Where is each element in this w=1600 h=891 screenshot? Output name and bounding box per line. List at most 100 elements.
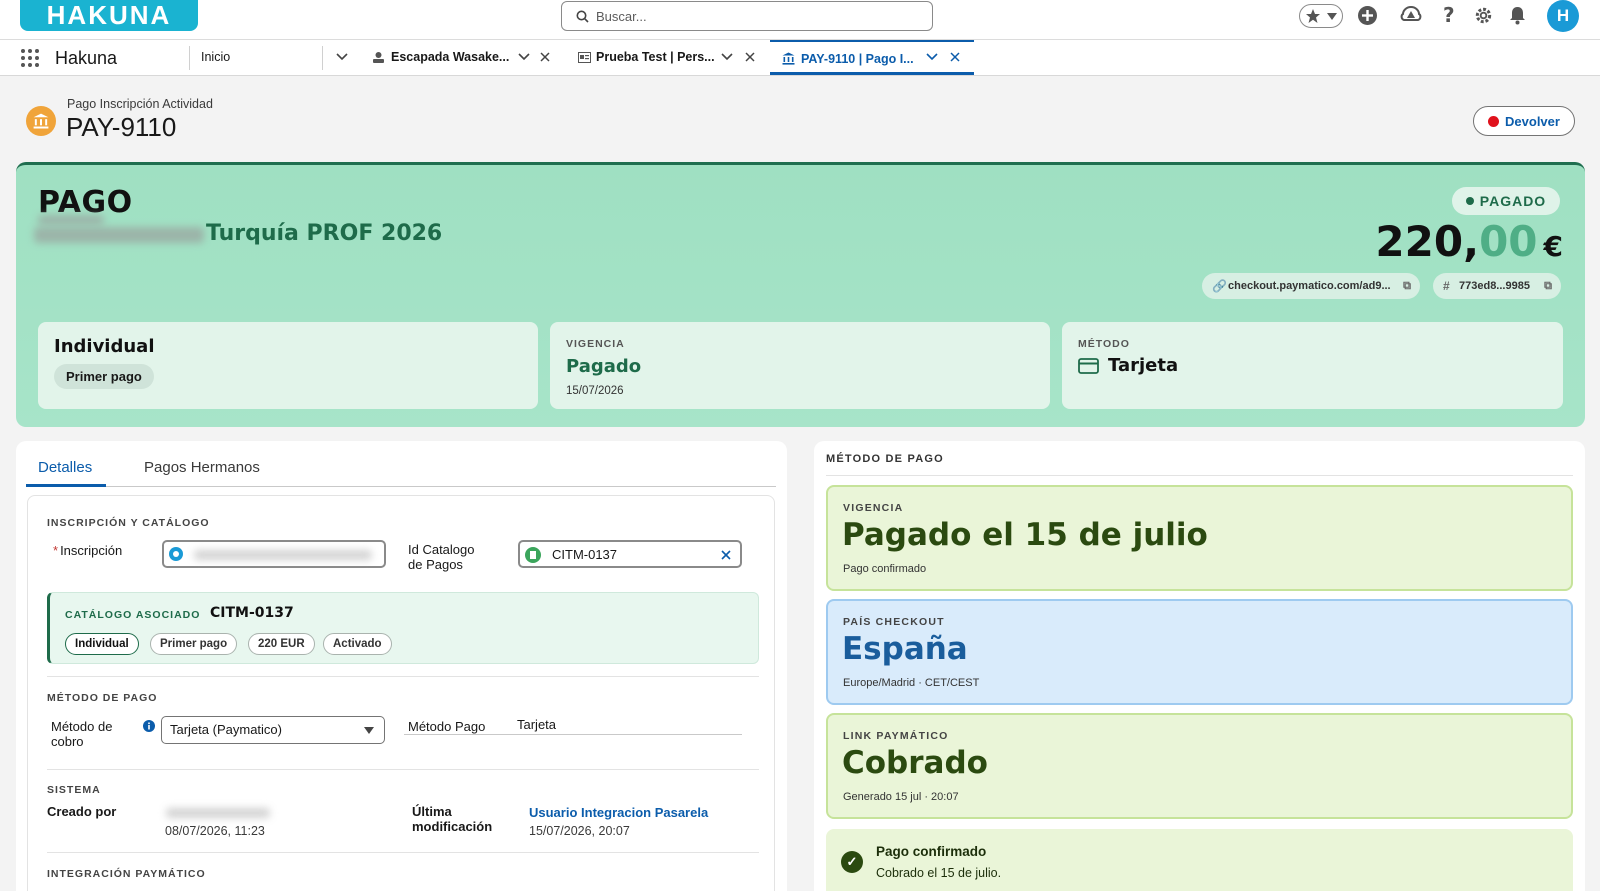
search-input[interactable] (596, 6, 916, 26)
redacted-text (194, 550, 372, 560)
add-icon[interactable] (1357, 5, 1378, 26)
link-value: Cobrado (842, 745, 988, 781)
assoc-tag: Primer pago (150, 633, 238, 655)
modificacion-label: Última modificación (412, 804, 492, 834)
redacted-text (34, 227, 204, 243)
app-logo[interactable]: HAKUNA (20, 0, 198, 31)
trailhead-icon[interactable] (1400, 5, 1422, 26)
lookup-record-icon (169, 547, 183, 561)
select-arrow-icon (364, 727, 374, 734)
inscripcion-label: * Inscripción (53, 543, 122, 558)
global-search[interactable] (561, 1, 933, 31)
chevron-down-icon[interactable] (721, 53, 733, 61)
inscripcion-lookup[interactable] (162, 540, 386, 568)
contact-card-icon (578, 52, 591, 63)
link-paymatico-card: LINK PAYMÁTICO Cobrado Generado 15 jul ·… (826, 713, 1573, 819)
hash-icon: # (1443, 279, 1450, 293)
chevron-down-icon[interactable] (336, 53, 348, 61)
metodo-cobro-select[interactable]: Tarjeta (Paymatico) (161, 716, 385, 744)
payment-hero-card: PAGO Turquía PROF 2026 PAGADO 220,00 € 🔗 … (16, 162, 1585, 427)
help-icon[interactable]: ? (1441, 4, 1457, 26)
confirm-title: Pago confirmado (876, 844, 987, 859)
close-icon[interactable] (950, 52, 960, 62)
tab-escapada[interactable]: Escapada Wasake... (360, 40, 558, 75)
modificacion-label-line1: Última (412, 804, 452, 819)
user-avatar[interactable]: H (1547, 0, 1579, 32)
section-title-inscripcion: INSCRIPCIÓN Y CATÁLOGO (47, 517, 210, 529)
close-icon[interactable] (745, 52, 755, 62)
required-marker: * (53, 543, 59, 558)
vigencia-label: VIGENCIA (843, 502, 904, 514)
page-title: PAY-9110 (66, 112, 177, 142)
chevron-down-icon[interactable] (1327, 13, 1337, 21)
payment-method-panel: MÉTODO DE PAGO VIGENCIA Pagado el 15 de … (814, 441, 1585, 891)
tab-pagos-hermanos[interactable]: Pagos Hermanos (144, 459, 260, 476)
active-tab-indicator (26, 484, 106, 487)
global-header: HAKUNA ? H (0, 0, 1600, 40)
tab-label: Escapada Wasake... (391, 50, 510, 64)
vigencia-value: Pagado el 15 de julio (842, 517, 1208, 553)
chevron-down-icon[interactable] (926, 53, 938, 61)
assoc-tag: 220 EUR (248, 633, 315, 655)
section-title-sistema: SISTEMA (47, 784, 101, 796)
tab-pay-9110[interactable]: PAY-9110 | Pago I... (770, 40, 974, 75)
clear-icon[interactable] (721, 550, 731, 560)
amount-decimals: 00 (1479, 217, 1538, 266)
app-name: Hakuna (55, 48, 118, 68)
details-panel: Detalles Pagos Hermanos INSCRIPCIÓN Y CA… (16, 441, 787, 891)
assoc-tag: Activado (323, 633, 392, 655)
catalogo-lookup[interactable]: CITM-0137 (518, 540, 742, 568)
tab-inicio[interactable]: Inicio (190, 40, 360, 75)
status-dot-icon (1465, 197, 1474, 205)
field-underline (404, 734, 742, 735)
check-icon: ✓ (841, 851, 863, 873)
vigencia-date: 15/07/2026 (566, 385, 624, 397)
assoc-tag: Individual (65, 633, 139, 655)
bell-icon[interactable] (1508, 5, 1527, 25)
chevron-down-icon[interactable] (518, 53, 530, 61)
pais-value: España (842, 631, 968, 667)
details-section: INSCRIPCIÓN Y CATÁLOGO * Inscripción Id C… (27, 495, 775, 891)
amount-integer: 220, (1375, 217, 1480, 266)
checkout-link-text: checkout.paymatico.com/ad9... (1228, 280, 1391, 292)
modificado-por-link[interactable]: Usuario Integracion Pasarela (529, 805, 708, 820)
devolver-button[interactable]: Devolver (1473, 106, 1575, 136)
tab-detalles[interactable]: Detalles (38, 459, 92, 476)
gear-icon[interactable] (1474, 6, 1493, 25)
status-badge: PAGADO (1452, 187, 1560, 215)
star-icon[interactable] (1305, 8, 1321, 24)
vigencia-sub: Pago confirmado (843, 563, 927, 575)
favorites-group[interactable] (1299, 4, 1343, 28)
info-icon[interactable] (143, 720, 155, 732)
creado-label: Creado por (47, 804, 117, 819)
close-icon[interactable] (540, 52, 550, 62)
payment-amount: 220,00 € (1375, 217, 1563, 266)
divider (47, 769, 759, 770)
tab-prueba-test[interactable]: Prueba Test | Pers... (563, 40, 763, 75)
redacted-text (38, 215, 104, 225)
metodo-cobro-label: Método de cobro (51, 719, 112, 749)
app-launcher-icon[interactable] (20, 48, 40, 68)
metodo-cobro-label-line2: cobro (51, 734, 84, 749)
catalogo-label: Id Catalogo de Pagos (408, 542, 475, 572)
confirm-sub: Cobrado el 15 de julio. (876, 866, 1002, 880)
vigencia-value: Pagado (566, 356, 642, 377)
type-card: Individual Primer pago (38, 322, 538, 409)
metodo-pago-value: Tarjeta (517, 717, 557, 732)
refund-dot-icon (1488, 115, 1500, 127)
metodo-label: MÉTODO (1078, 338, 1130, 350)
creado-date: 08/07/2026, 11:23 (165, 824, 265, 838)
copy-icon[interactable]: ⧉ (1544, 273, 1552, 299)
record-object-label: Pago Inscripción Actividad (67, 97, 213, 111)
svg-text:?: ? (1443, 4, 1455, 26)
checkout-link-chip[interactable]: 🔗 checkout.paymatico.com/ad9... ⧉ (1202, 273, 1420, 299)
link-sub: Generado 15 jul · 20:07 (843, 791, 959, 803)
assoc-value: CITM-0137 (210, 605, 294, 621)
transaction-id-chip[interactable]: # 773ed8...9985 ⧉ (1433, 273, 1561, 299)
tab-label: Prueba Test | Pers... (596, 50, 715, 64)
type-title: Individual (54, 336, 155, 357)
link-icon: 🔗 (1212, 279, 1227, 293)
catalogo-asociado-card: CATÁLOGO ASOCIADO CITM-0137 Individual P… (47, 592, 759, 664)
panel-title: MÉTODO DE PAGO (826, 453, 944, 465)
copy-icon[interactable]: ⧉ (1403, 273, 1411, 299)
